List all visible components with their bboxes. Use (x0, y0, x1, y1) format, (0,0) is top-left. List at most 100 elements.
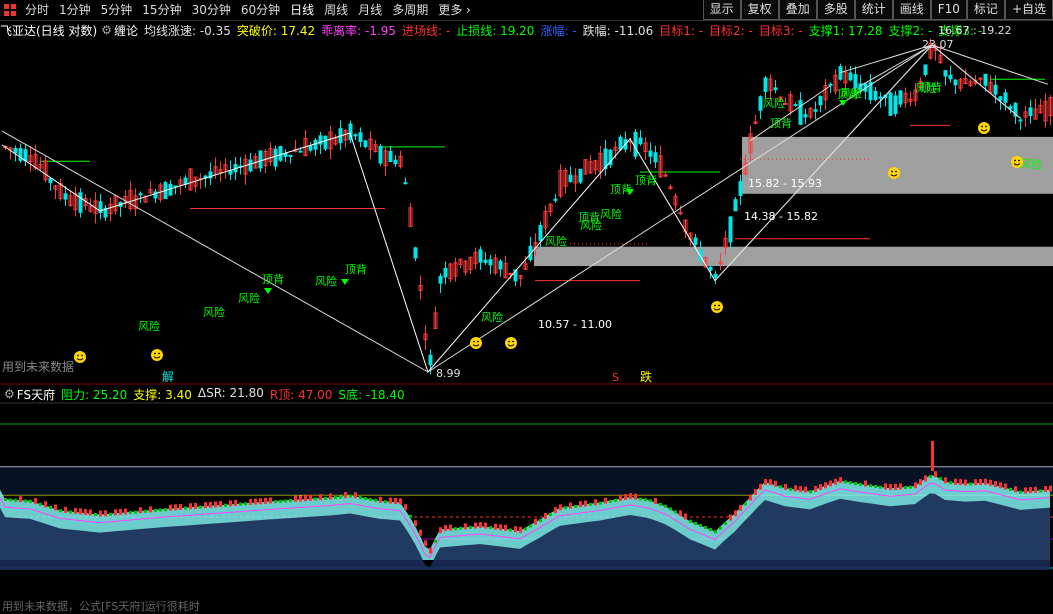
indicator-bar (44, 501, 47, 508)
smiley-icon (888, 167, 900, 179)
indicator-bar (619, 494, 622, 501)
indicator-bar (724, 521, 727, 525)
indicator-bar (644, 498, 647, 502)
candle-body (793, 104, 798, 107)
candle-body (403, 182, 408, 185)
candle-body (618, 136, 623, 150)
indicator-bar (194, 502, 197, 509)
indicator-bar (994, 481, 997, 488)
indicator-bar (929, 475, 932, 479)
indicator2-name[interactable]: FS天府 (17, 386, 55, 403)
candle-body (388, 150, 393, 163)
future-data-note: 用到未来数据 (2, 360, 75, 374)
candle-body (428, 354, 433, 366)
candle-body (733, 199, 738, 212)
risk-label: 风险 (315, 274, 337, 288)
indicator-bar (1039, 489, 1042, 493)
indicator-bar (39, 502, 42, 506)
candle-body (183, 177, 188, 185)
smiley-icon (711, 301, 723, 313)
indicator-bar (859, 482, 862, 486)
indicator-bar (784, 483, 787, 490)
risk-label: 风险 (238, 291, 260, 305)
candle-body (923, 64, 928, 75)
indicator-bar (684, 513, 687, 520)
indicator-bar (804, 486, 807, 493)
candle-body (708, 266, 713, 271)
candle-body (353, 134, 358, 137)
candle-body (663, 174, 668, 177)
indicator-bar (474, 522, 477, 529)
candle-body (713, 273, 718, 278)
indicator-bar (624, 494, 627, 501)
indicator-bar (719, 526, 722, 530)
main-chart[interactable]: 23.0716.67 : 19.22 8.99 15.82 - 15.93 14.38… (0, 0, 1053, 613)
indicator-bar (564, 506, 567, 510)
indicator-bar (459, 526, 462, 530)
indicator-bar (514, 526, 517, 533)
candle-body (438, 275, 443, 284)
zone-label: 15.82 - 15.93 (748, 177, 822, 190)
indicator-bar (129, 511, 132, 515)
indicator-bar (204, 502, 207, 509)
candle-body (638, 137, 643, 145)
indicator-bar (339, 495, 342, 499)
indicator-bar (529, 524, 532, 528)
indicator-bar (969, 482, 972, 486)
indicator-bar (729, 514, 732, 521)
indicator-bar (289, 499, 292, 503)
indicator-bar (549, 513, 552, 517)
indicator-bar (9, 498, 12, 502)
indicator-bar (179, 504, 182, 511)
die-label: 跌 (640, 369, 652, 384)
risk-label: 风险 (545, 234, 567, 248)
candle-body (138, 193, 143, 196)
candle-body (553, 198, 558, 201)
indicator-bar (249, 498, 252, 505)
indicator-bar (414, 520, 417, 527)
candle-body (258, 150, 263, 169)
risk-label: 风险 (763, 96, 785, 110)
indicator-bar (424, 540, 427, 547)
indicator-bar (984, 478, 987, 485)
candle-body (323, 135, 328, 150)
indicator-bar (1014, 486, 1017, 493)
indicator-bar (889, 484, 892, 491)
candle-body (1028, 107, 1033, 117)
candle-body (568, 174, 573, 183)
indicator-bar (884, 483, 887, 490)
indicator-bar (494, 523, 497, 530)
indicator-bar (444, 525, 447, 532)
risk-label: 风险 (600, 207, 622, 221)
candle-body (953, 79, 958, 86)
indicator-bar (449, 524, 452, 531)
indicator-bar (24, 499, 27, 503)
indicator-bar (934, 471, 937, 478)
indicator-bar (294, 495, 297, 502)
indicator-bar (709, 528, 712, 532)
indicator-bar (824, 482, 827, 489)
top-div-label: 顶背 (837, 87, 859, 101)
indicator-bar (949, 481, 952, 485)
top-div-label: 顶背 (345, 262, 367, 276)
indicator-bar (654, 498, 657, 505)
gear-icon[interactable]: ⚙ (4, 387, 15, 401)
indicator-bar (99, 510, 102, 517)
indicator-bar (869, 484, 872, 488)
candle-body (813, 109, 818, 112)
indicator-bar (379, 496, 382, 503)
indicator-bar (154, 508, 157, 512)
indicator-bar (899, 483, 902, 490)
indicator-bar (464, 523, 467, 530)
candle-body (23, 149, 28, 162)
candle-body (413, 247, 418, 259)
indicator-bar (79, 508, 82, 515)
indicator-bar (794, 485, 797, 492)
indicator-bar (319, 494, 322, 501)
indicator2-items: 阻力: 25.20 支撑: 3.40 ΔSR: 21.80 R顶: 47.00 S底: … (61, 386, 411, 403)
candle-body (248, 159, 253, 172)
indicator-bar (354, 492, 357, 499)
indicator-bar (94, 512, 97, 516)
candle-body (828, 83, 833, 86)
indicator-bar (714, 530, 717, 534)
